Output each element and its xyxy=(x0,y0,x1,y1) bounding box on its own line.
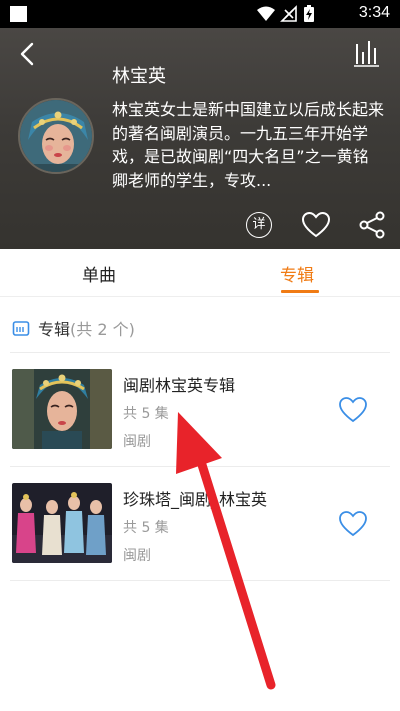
detail-icon: 详 xyxy=(246,212,272,238)
app-screen: 3:34 林宝英 林宝英女士是新中国建立以后成长起来的著名闽剧演员。一九五三年开… xyxy=(0,0,400,711)
wifi-icon xyxy=(257,6,275,21)
notification-icon xyxy=(10,6,27,22)
status-icons xyxy=(257,5,314,22)
detail-button[interactable]: 详 xyxy=(244,210,274,240)
album-cover xyxy=(12,369,112,449)
album-episode-count: 共 5 集 xyxy=(123,406,169,422)
favorite-heart-icon[interactable] xyxy=(338,396,368,424)
divider xyxy=(10,580,390,581)
status-time: 3:34 xyxy=(358,4,390,21)
battery-icon xyxy=(304,5,314,22)
tab-album[interactable]: 专辑 xyxy=(280,261,314,286)
artist-bio: 林宝英女士是新中国建立以后成长起来的著名闽剧演员。一九五三年开始学戏，是已故闽剧… xyxy=(112,100,384,190)
divider xyxy=(10,466,390,467)
album-title: 闽剧林宝英专辑 xyxy=(123,376,236,395)
equalizer-icon[interactable] xyxy=(352,38,382,70)
tab-active-indicator xyxy=(281,290,319,293)
signal-icon xyxy=(280,5,297,22)
share-icon[interactable] xyxy=(357,210,387,240)
tab-single[interactable]: 单曲 xyxy=(82,261,116,286)
album-cover xyxy=(12,483,112,563)
status-bar: 3:34 xyxy=(0,0,400,28)
album-genre: 闽剧 xyxy=(123,548,151,564)
artist-header: 林宝英 林宝英女士是新中国建立以后成长起来的著名闽剧演员。一九五三年开始学戏，是… xyxy=(0,28,400,249)
album-title: 珍珠塔_闽剧_林宝英 xyxy=(123,490,268,509)
back-icon[interactable] xyxy=(12,38,44,70)
album-item[interactable]: 闽剧林宝英专辑 共 5 集 闽剧 xyxy=(0,354,400,464)
tab-bar: 单曲 专辑 xyxy=(0,249,400,297)
divider xyxy=(10,352,390,353)
album-episode-count: 共 5 集 xyxy=(123,520,169,536)
favorite-heart-icon[interactable] xyxy=(338,510,368,538)
artist-name: 林宝英 xyxy=(112,66,166,87)
section-title: 专辑(共 2 个) xyxy=(38,316,135,340)
section-count: (共 2 个) xyxy=(70,320,135,339)
album-genre: 闽剧 xyxy=(123,434,151,450)
album-folder-icon xyxy=(12,321,30,336)
like-icon[interactable] xyxy=(301,210,331,240)
section-title-text: 专辑 xyxy=(38,320,71,339)
artist-avatar[interactable] xyxy=(18,98,94,174)
album-item[interactable]: 珍珠塔_闽剧_林宝英 共 5 集 闽剧 xyxy=(0,468,400,578)
